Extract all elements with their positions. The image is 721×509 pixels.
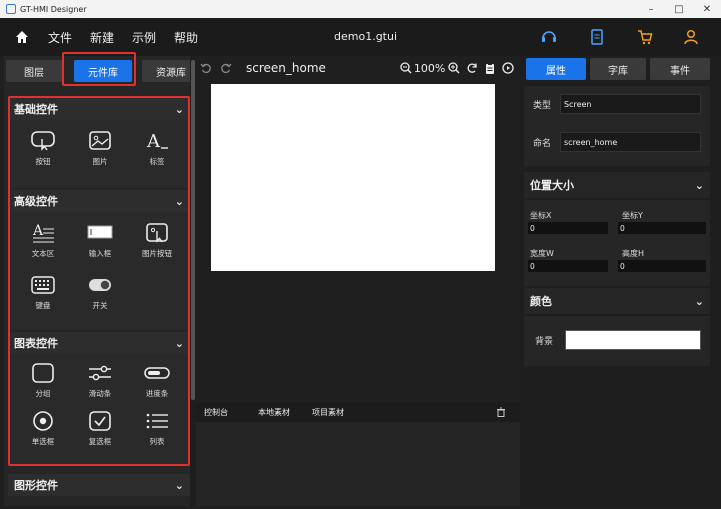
height-label: 高度H [622,249,645,258]
close-button[interactable]: ✕ [693,0,721,18]
properties-panel: 属性 字库 事件 类型 Screen 命名 screen_home 位置大小 ⌄… [520,56,721,506]
headset-icon[interactable] [540,28,558,46]
position-size-title: 位置大小 [530,179,574,192]
chevron-down-icon: ⌄ [694,178,704,192]
refresh-icon[interactable] [466,62,478,74]
component-panel: 图层 元件库 资源库 基础控件 ⌄ 按钮 图片 A 标签 高级控件 ⌄ A 文本… [4,52,200,506]
chevron-down-icon: ⌄ [174,478,184,492]
screen-canvas[interactable] [211,84,495,271]
document-icon[interactable] [588,28,606,46]
tab-console[interactable]: 控制台 [204,407,228,418]
maximize-button[interactable]: □ [665,0,693,18]
chevron-down-icon: ⌄ [694,294,704,308]
zoom-out-icon[interactable] [400,62,412,74]
menu-help[interactable]: 帮助 [174,29,198,46]
color-title: 颜色 [530,295,552,308]
document-name: demo1.gtui [334,30,398,43]
x-label: 坐标X [530,211,552,220]
color-body: 背景 [524,316,710,366]
menu-file[interactable]: 文件 [48,29,72,46]
menu-examples[interactable]: 示例 [132,29,156,46]
user-icon[interactable] [682,28,700,46]
name-field[interactable]: screen_home [560,132,701,152]
redo-icon[interactable] [220,62,232,74]
trash-icon[interactable] [496,407,506,417]
name-label: 命名 [533,139,552,149]
height-field[interactable]: 0 [618,260,706,272]
tab-project-assets[interactable]: 项目素材 [312,407,344,418]
play-icon[interactable] [502,62,515,74]
type-field[interactable]: Screen [560,94,701,114]
app-window: GT-HMI Designer – □ ✕ 文件 新建 示例 帮助 demo1.… [0,0,721,509]
tab-events[interactable]: 事件 [650,58,710,80]
undo-icon[interactable] [200,62,212,74]
home-icon[interactable] [14,29,30,45]
zoom-in-icon[interactable] [448,62,460,74]
position-size-header[interactable]: 位置大小 ⌄ [524,172,710,198]
tab-properties[interactable]: 属性 [526,58,586,80]
basic-props: 类型 Screen 命名 screen_home [524,86,710,166]
menu-new[interactable]: 新建 [90,29,114,46]
tab-fonts[interactable]: 字库 [590,58,646,80]
menu-bar: 文件 新建 示例 帮助 demo1.gtui [0,18,721,56]
design-area: screen_home 100% 控制台 本地素材 项目素材 [196,56,520,506]
section-graphic-header[interactable]: 图形控件 ⌄ [8,474,190,496]
width-label: 宽度W [530,249,554,258]
type-label: 类型 [533,101,552,111]
window-title: GT-HMI Designer [20,4,87,14]
zoom-level: 100% [413,61,446,75]
console-panel: 控制台 本地素材 项目素材 [196,402,520,506]
tab-highlight-box [62,52,136,86]
y-field[interactable]: 0 [618,222,706,234]
clipboard-icon[interactable] [484,62,496,74]
x-field[interactable]: 0 [528,222,608,234]
section-graphic-title: 图形控件 [14,479,58,492]
title-bar: GT-HMI Designer – □ ✕ [0,0,721,18]
scrollbar-thumb[interactable] [191,60,195,400]
background-label: 背景 [535,337,554,347]
position-size-body: 坐标X 0 坐标Y 0 宽度W 0 高度H 0 [524,200,710,286]
components-highlight-box [8,96,190,466]
app-logo-icon [6,4,16,14]
minimize-button[interactable]: – [637,0,665,18]
canvas-toolbar: screen_home 100% [196,56,520,80]
color-header[interactable]: 颜色 ⌄ [524,288,710,314]
screen-name: screen_home [246,61,326,75]
background-color-swatch[interactable] [565,330,701,350]
y-label: 坐标Y [622,211,643,220]
tab-layers[interactable]: 图层 [6,60,62,82]
width-field[interactable]: 0 [528,260,608,272]
tab-local-assets[interactable]: 本地素材 [258,407,290,418]
cart-icon[interactable] [636,28,654,46]
console-tabs: 控制台 本地素材 项目素材 [196,402,520,422]
